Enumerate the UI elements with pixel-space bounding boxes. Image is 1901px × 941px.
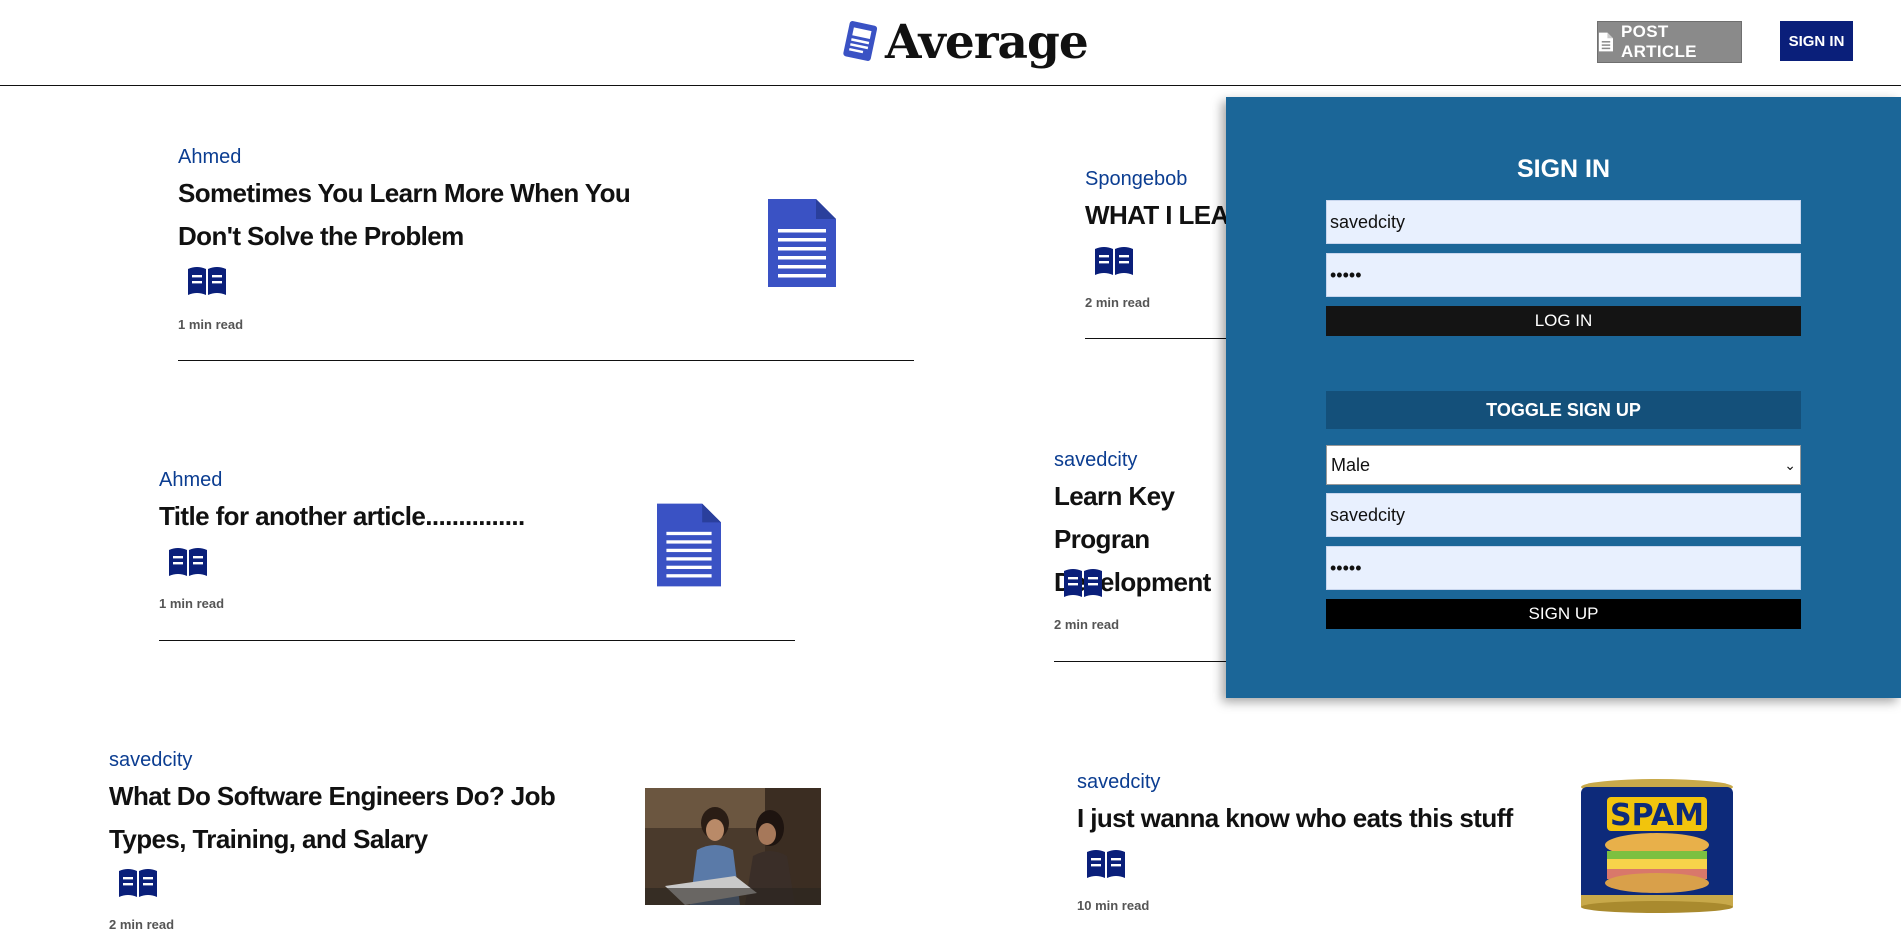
open-book-icon[interactable] — [1062, 567, 1104, 599]
post-article-button[interactable]: POST ARTICLE — [1597, 21, 1742, 63]
document-icon — [1598, 32, 1614, 52]
document-icon — [768, 199, 836, 287]
chevron-down-icon: ⌄ — [1784, 456, 1796, 473]
read-time: 2 min read — [1054, 617, 1120, 632]
article-title[interactable]: Title for another article............... — [159, 495, 659, 538]
read-time: 1 min read — [159, 596, 225, 611]
open-book-icon[interactable] — [117, 867, 159, 899]
brand-name: Average — [885, 14, 1089, 70]
article-author[interactable]: savedcity — [1077, 771, 1160, 794]
top-header: Average POST ARTICLE SIGN IN — [0, 0, 1901, 86]
read-time: 1 min read — [178, 317, 244, 332]
sign-in-title: SIGN IN — [1516, 155, 1611, 183]
article-thumbnail-photo — [645, 788, 821, 905]
spam-can-image: SPAM — [1581, 779, 1733, 913]
article-card[interactable]: savedcity What Do Software Engineers Do?… — [109, 749, 829, 941]
signup-password-input[interactable]: ••••• — [1326, 546, 1801, 590]
read-time: 2 min read — [109, 917, 175, 932]
login-password-input[interactable]: ••••• — [1326, 253, 1801, 297]
login-username-input[interactable]: savedcity — [1326, 200, 1801, 244]
svg-text:SPAM: SPAM — [1610, 798, 1704, 833]
read-time: 2 min read — [1085, 295, 1151, 310]
gender-select[interactable]: Male ⌄ — [1326, 445, 1801, 485]
article-divider — [178, 360, 914, 361]
article-author[interactable]: savedcity — [1054, 449, 1137, 472]
signup-username-input[interactable]: savedcity — [1326, 493, 1801, 537]
article-title[interactable]: I just wanna know who eats this stuff — [1077, 797, 1513, 840]
open-book-icon[interactable] — [1085, 848, 1127, 880]
article-title[interactable]: Sometimes You Learn More When You Don't … — [178, 172, 678, 258]
article-divider — [159, 640, 795, 641]
article-author[interactable]: Ahmed — [178, 146, 241, 169]
sign-up-button[interactable]: SIGN UP — [1326, 599, 1801, 629]
open-book-icon[interactable] — [186, 265, 228, 297]
log-in-button[interactable]: LOG IN — [1326, 306, 1801, 336]
post-article-label: POST ARTICLE — [1621, 22, 1697, 61]
brand-logo[interactable]: Average — [841, 12, 1089, 72]
sign-in-panel: SIGN IN savedcity ••••• LOG IN TOGGLE SI… — [1226, 97, 1901, 698]
article-card[interactable]: Ahmed Title for another article.........… — [159, 469, 795, 649]
article-author[interactable]: savedcity — [109, 749, 192, 772]
sign-in-button[interactable]: SIGN IN — [1780, 21, 1853, 61]
article-card[interactable]: savedcity I just wanna know who eats thi… — [1077, 771, 1777, 941]
toggle-sign-up-button[interactable]: TOGGLE SIGN UP — [1326, 391, 1801, 429]
read-time: 10 min read — [1077, 898, 1150, 913]
document-icon — [657, 503, 721, 587]
article-author[interactable]: Spongebob — [1085, 168, 1187, 191]
newspaper-icon — [843, 21, 878, 61]
gender-select-value: Male — [1331, 454, 1371, 475]
article-card[interactable]: savedcity Learn Key Progran Development … — [1054, 449, 1254, 669]
open-book-icon[interactable] — [1093, 245, 1135, 277]
article-author[interactable]: Ahmed — [159, 469, 222, 492]
open-book-icon[interactable] — [167, 546, 209, 578]
article-title[interactable]: What Do Software Engineers Do? Job Types… — [109, 775, 589, 861]
article-card[interactable]: Ahmed Sometimes You Learn More When You … — [178, 146, 914, 366]
article-divider — [1054, 661, 1254, 662]
